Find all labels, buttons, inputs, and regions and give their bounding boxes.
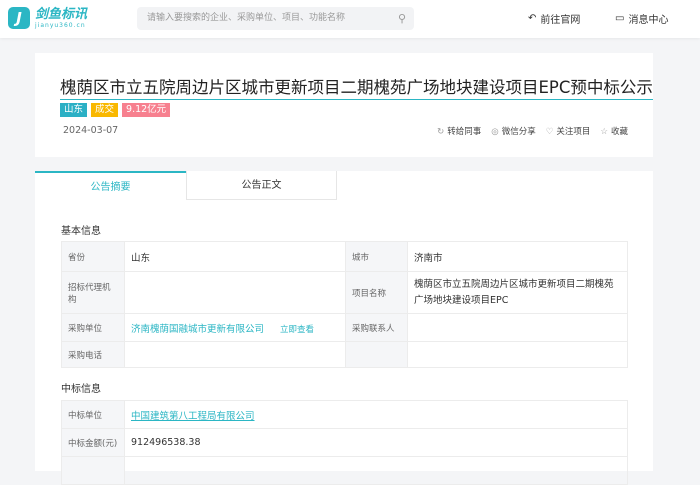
logo-icon: J xyxy=(8,7,30,29)
wechat-share-button[interactable]: ◎ 微信分享 xyxy=(491,125,535,137)
cell-label xyxy=(345,341,408,368)
star-icon: ☆ xyxy=(600,127,608,137)
cell-value: 济南槐荫国融城市更新有限公司 立即查看 xyxy=(124,313,346,342)
cell-label: 采购电话 xyxy=(61,341,125,368)
notice-header-card: 槐荫区市立五院周边片区城市更新项目二期槐苑广场地块建设项目EPC预中标公示 山东… xyxy=(35,53,653,157)
search-input[interactable]: 请输入要搜索的企业、采购单位、项目、功能名称 ⚲ xyxy=(137,7,414,30)
follow-label: 关注项目 xyxy=(556,127,591,137)
publish-date: 2024-03-07 xyxy=(63,125,119,136)
cell-label: 中标金额(元) xyxy=(61,428,125,457)
cell-value xyxy=(124,271,346,314)
tag-region: 山东 xyxy=(60,103,88,117)
logo-text: 剑鱼标讯 xyxy=(35,6,88,22)
cell-label: 项目名称 xyxy=(345,271,408,314)
forward-button[interactable]: ↻ 转给同事 xyxy=(437,125,481,137)
wechat-icon: ◎ xyxy=(491,127,499,137)
basic-info-table: 省份 山东 城市 济南市 招标代理机构 项目名称 槐荫区市立五院周边片区城市更新项目二期槐… xyxy=(61,241,628,368)
view-now-link[interactable]: 立即查看 xyxy=(280,325,314,335)
search-icon[interactable]: ⚲ xyxy=(398,7,406,30)
cell-label: 采购单位 xyxy=(61,313,125,342)
cell-label: 城市 xyxy=(345,241,408,272)
tab-full-text[interactable]: 公告正文 xyxy=(186,171,337,200)
tag-amount: 9.12亿元 xyxy=(122,103,171,117)
forward-icon: ↻ xyxy=(437,127,445,137)
messages-link-label: 消息中心 xyxy=(628,15,669,26)
tag-status: 成交 xyxy=(91,103,119,117)
cell-value xyxy=(124,341,346,368)
buyer-link[interactable]: 济南槐荫国融城市更新有限公司 xyxy=(131,324,264,335)
cell-label: 采购联系人 xyxy=(345,313,408,342)
logo-domain: jianyu360.cn xyxy=(35,21,86,29)
table-row: 中标金额(元) 912496538.38 xyxy=(61,428,628,457)
top-header: J 剑鱼标讯 jianyu360.cn 请输入要搜索的企业、采购单位、项目、功能名… xyxy=(0,0,700,38)
table-row: 中标单位 中国建筑第八工程局有限公司 xyxy=(61,400,628,429)
notice-content-card: 公告摘要 公告正文 基本信息 省份 山东 城市 济南市 招标代理机构 项目名称 槐荫区市立… xyxy=(35,171,653,485)
favorite-button[interactable]: ☆ 收藏 xyxy=(600,125,628,137)
logo[interactable]: J 剑鱼标讯 jianyu360.cn xyxy=(8,7,87,29)
winner-info-table: 中标单位 中国建筑第八工程局有限公司 中标金额(元) 912496538.38 xyxy=(61,400,628,485)
table-row: 采购单位 济南槐荫国融城市更新有限公司 立即查看 采购联系人 xyxy=(61,313,628,342)
home-link[interactable]: ↶ 前往官网 xyxy=(528,11,580,26)
section-winner-heading: 中标信息 xyxy=(61,384,101,395)
home-link-label: 前往官网 xyxy=(540,15,581,26)
tab-summary[interactable]: 公告摘要 xyxy=(35,171,186,200)
follow-button[interactable]: ♡ 关注项目 xyxy=(546,125,591,137)
messages-link[interactable]: ▭ 消息中心 xyxy=(615,11,668,26)
return-icon: ↶ xyxy=(528,13,537,24)
wechat-label: 微信分享 xyxy=(501,127,536,137)
cell-value xyxy=(124,456,628,485)
winner-link[interactable]: 中国建筑第八工程局有限公司 xyxy=(131,411,255,422)
page-title: 槐荫区市立五院周边片区城市更新项目二期槐苑广场地块建设项目EPC预中标公示 xyxy=(60,77,653,100)
forward-label: 转给同事 xyxy=(447,127,482,137)
cell-label: 招标代理机构 xyxy=(61,271,125,314)
cell-value xyxy=(407,313,628,342)
cell-label: 省份 xyxy=(61,241,125,272)
table-row: 采购电话 xyxy=(61,341,628,368)
cell-value: 济南市 xyxy=(407,241,628,272)
cell-value xyxy=(407,341,628,368)
cell-value: 山东 xyxy=(124,241,346,272)
favorite-label: 收藏 xyxy=(610,127,628,137)
heart-icon: ♡ xyxy=(545,127,554,137)
cell-label: 中标单位 xyxy=(61,400,125,429)
cell-value: 912496538.38 xyxy=(124,428,628,457)
table-row xyxy=(61,456,628,485)
table-row: 招标代理机构 项目名称 槐荫区市立五院周边片区城市更新项目二期槐苑广场地块建设项目E… xyxy=(61,271,628,314)
message-icon: ▭ xyxy=(615,13,625,24)
cell-label xyxy=(61,456,125,485)
cell-value: 槐荫区市立五院周边片区城市更新项目二期槐苑广场地块建设项目EPC xyxy=(407,271,628,314)
cell-value: 中国建筑第八工程局有限公司 xyxy=(124,400,628,429)
section-basic-heading: 基本信息 xyxy=(61,226,101,237)
search-placeholder: 请输入要搜索的企业、采购单位、项目、功能名称 xyxy=(147,13,346,23)
table-row: 省份 山东 城市 济南市 xyxy=(61,241,628,272)
